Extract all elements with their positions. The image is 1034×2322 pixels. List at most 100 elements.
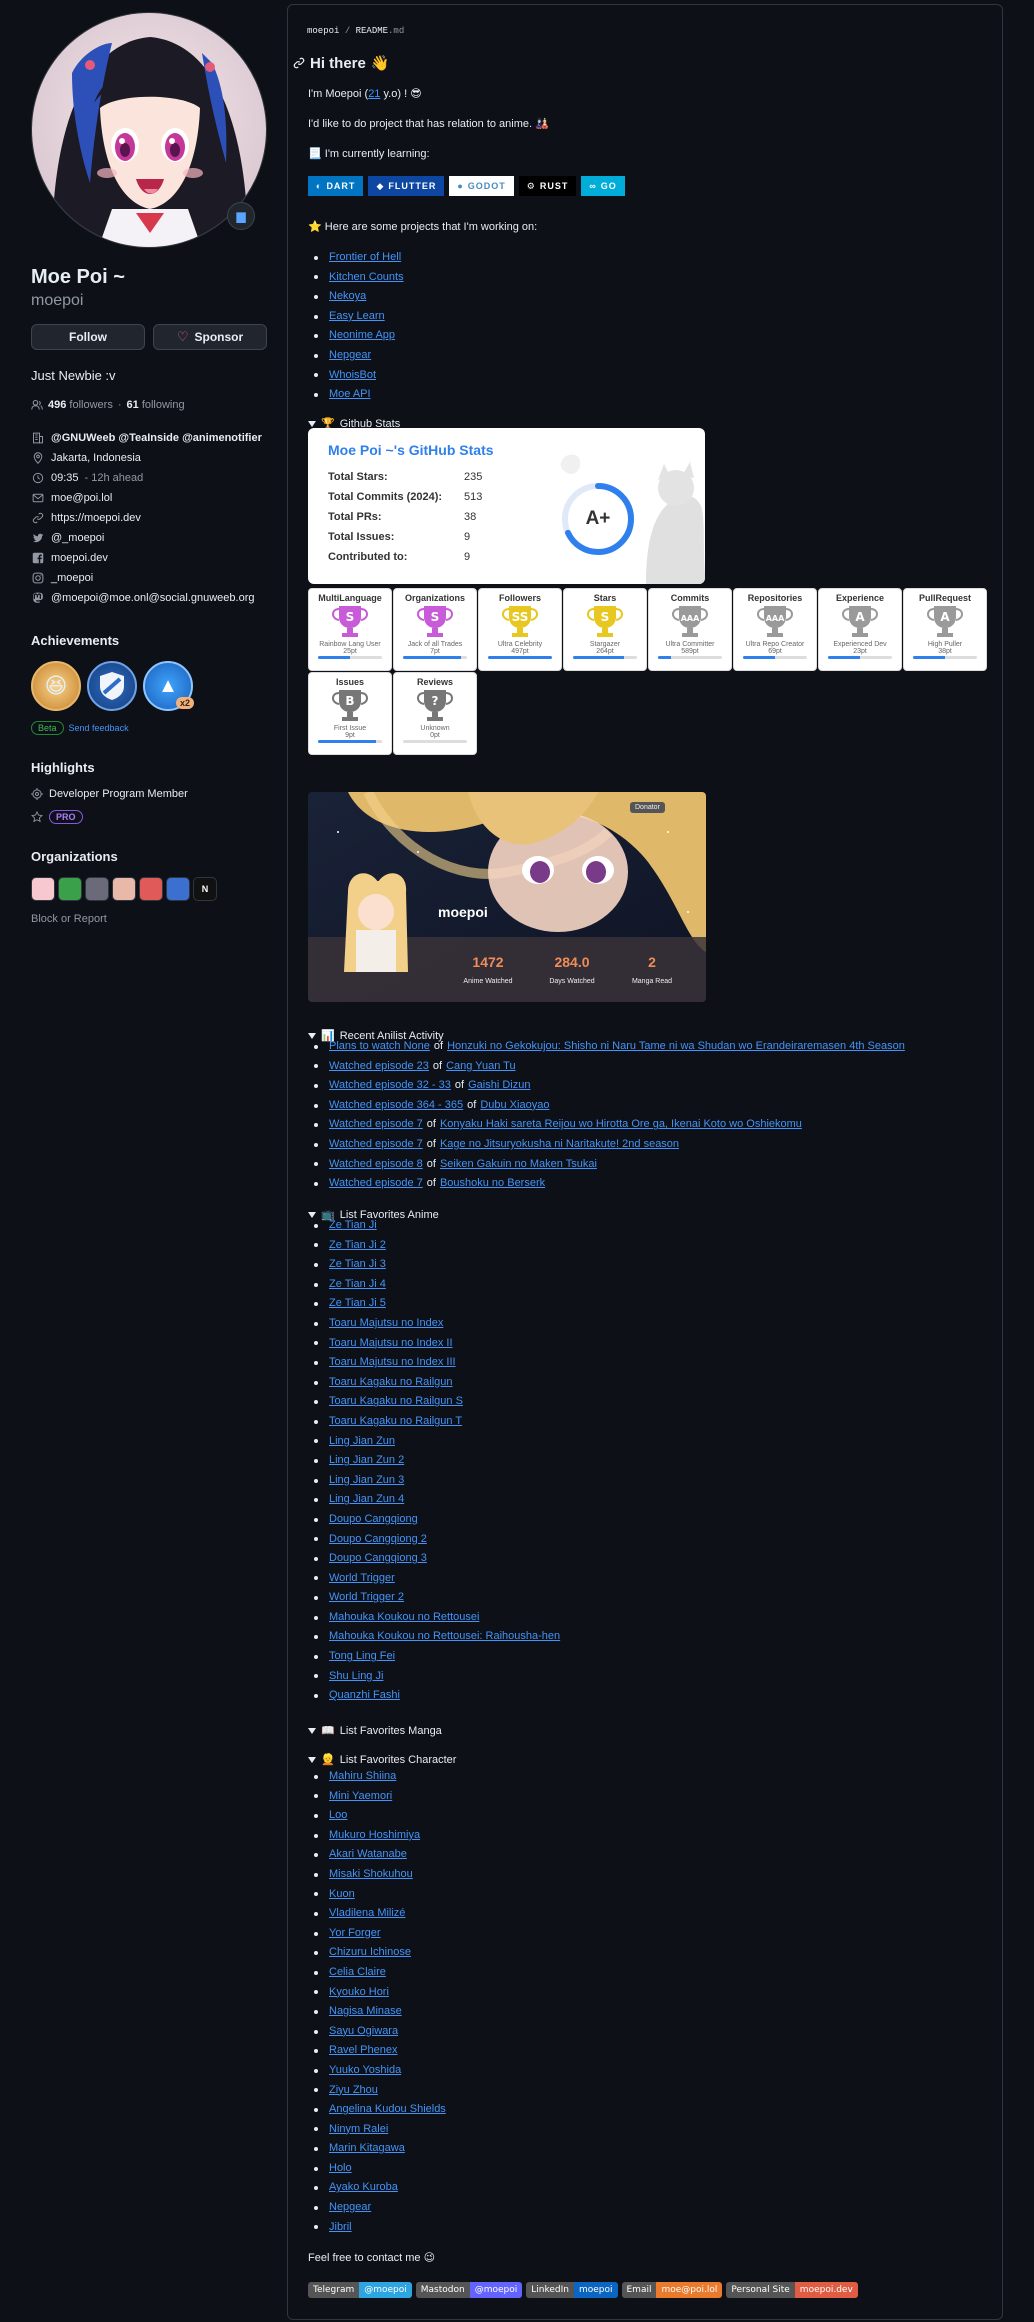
follow-button[interactable]: Follow [31,324,145,350]
trophy-card[interactable]: Commits AAA Ultra Committer 589pt [648,588,732,671]
fav-anime-link[interactable]: Mahouka Koukou no Rettousei [329,1608,479,1628]
fav-character-link[interactable]: Marin Kitagawa [329,2139,405,2159]
activity-action-link[interactable]: Watched episode 8 [329,1155,423,1175]
fav-anime-link[interactable]: Toaru Majutsu no Index II [329,1334,453,1354]
fav-anime-link[interactable]: Toaru Kagaku no Railgun S [329,1392,463,1412]
tech-badge[interactable]: ◆ FLUTTER [368,176,445,196]
fav-anime-link[interactable]: Toaru Kagaku no Railgun [329,1373,453,1393]
org-avatar[interactable] [139,877,163,901]
trophy-card[interactable]: Organizations S Jack of all Trades 7pt [393,588,477,671]
fav-anime-link[interactable]: Ling Jian Zun [329,1432,395,1452]
sponsor-button[interactable]: ♡ Sponsor [153,324,267,350]
trophy-card[interactable]: Stars S Stargazer 264pt [563,588,647,671]
activity-action-link[interactable]: Watched episode 23 [329,1057,429,1077]
fav-character-link[interactable]: Kuon [329,1885,355,1905]
fav-anime-link[interactable]: Ling Jian Zun 3 [329,1471,404,1491]
fav-anime-link[interactable]: Doupo Cangqiong 2 [329,1530,427,1550]
fav-anime-link[interactable]: Shu Ling Ji [329,1667,383,1687]
activity-action-link[interactable]: Plans to watch None [329,1037,430,1057]
trophy-card[interactable]: PullRequest A High Puller 38pt [903,588,987,671]
activity-title-link[interactable]: Cang Yuan Tu [446,1057,516,1077]
org-avatar[interactable] [58,877,82,901]
fav-anime-link[interactable]: World Trigger 2 [329,1588,404,1608]
achievement-pull-shark-badge[interactable]: ▲ x2 [143,661,194,711]
fav-character-link[interactable]: Jibril [329,2218,352,2238]
anchor-link-icon[interactable] [293,57,305,69]
fav-character-link[interactable]: Ayako Kuroba [329,2178,398,2198]
fav-anime-link[interactable]: Doupo Cangqiong [329,1510,418,1530]
fav-character-link[interactable]: Akari Watanabe [329,1845,407,1865]
org-avatar[interactable] [85,877,109,901]
project-link[interactable]: Nekoya [329,287,366,307]
following-link[interactable]: 61 following [127,396,185,414]
fav-character-link[interactable]: Misaki Shokuhou [329,1865,413,1885]
fav-anime-link[interactable]: Ling Jian Zun 2 [329,1451,404,1471]
fav-character-link[interactable]: Yor Forger [329,1924,381,1944]
fav-anime-link[interactable]: Ze Tian Ji 2 [329,1236,386,1256]
trophy-card[interactable]: Issues B First Issue 9pt [308,672,392,755]
fav-character-link[interactable]: Chizuru Ichinose [329,1943,411,1963]
fav-character-link[interactable]: Mukuro Hoshimiya [329,1826,420,1846]
tech-badge[interactable]: ∞ GO [581,176,625,196]
vcard-org-text[interactable]: @GNUWeeb @TeaInside @animenotifier [51,428,262,448]
project-link[interactable]: Nepgear [329,346,371,366]
tech-badge[interactable]: ⚙ RUST [518,176,577,196]
vcard-instagram-link[interactable]: _moepoi [51,568,93,588]
activity-title-link[interactable]: Gaishi Dizun [468,1076,530,1096]
fav-character-link[interactable]: Ravel Phenex [329,2041,398,2061]
trophy-card[interactable]: Repositories AAA Ultra Repo Creator 69pt [733,588,817,671]
fav-manga-summary[interactable]: 📖 List Favorites Manga [308,1724,442,1737]
vcard-twitter-link[interactable]: @_moepoi [51,528,104,548]
activity-title-link[interactable]: Kage no Jitsuryokusha ni Naritakute! 2nd… [440,1135,679,1155]
project-link[interactable]: Kitchen Counts [329,268,404,288]
fav-anime-link[interactable]: Quanzhi Fashi [329,1686,400,1706]
org-avatar[interactable]: N [193,877,217,901]
fav-character-link[interactable]: Holo [329,2159,352,2179]
github-stats-card[interactable]: Moe Poi ~'s GitHub Stats Total Stars: 235… [308,428,705,584]
activity-action-link[interactable]: Watched episode 7 [329,1135,423,1155]
org-avatar[interactable] [112,877,136,901]
fav-character-link[interactable]: Mini Yaemori [329,1787,392,1807]
trophy-card[interactable]: Experience A Experienced Dev 23pt [818,588,902,671]
activity-action-link[interactable]: Watched episode 364 - 365 [329,1096,463,1116]
followers-link[interactable]: 496 followers [48,396,113,414]
activity-title-link[interactable]: Seiken Gakuin no Maken Tsukai [440,1155,597,1175]
contact-badge[interactable]: Email moe@poi.lol [621,2282,723,2298]
fav-character-link[interactable]: Angelina Kudou Shields [329,2100,446,2120]
fav-anime-link[interactable]: Ze Tian Ji 5 [329,1294,386,1314]
trophy-card[interactable]: MultiLanguage S Rainbow Lang User 25pt [308,588,392,671]
fav-character-link[interactable]: Ninym Ralei [329,2120,388,2140]
fav-anime-link[interactable]: Mahouka Koukou no Rettousei: Raihousha-h… [329,1627,560,1647]
intro-age-link[interactable]: 21 [368,88,380,100]
vcard-email-link[interactable]: moe@poi.lol [51,488,112,508]
project-link[interactable]: Frontier of Hell [329,248,401,268]
activity-title-link[interactable]: Konyaku Haki sareta Reijou wo Hirotta Or… [440,1115,802,1135]
fav-character-link[interactable]: Nepgear [329,2198,371,2218]
fav-character-summary[interactable]: 👱 List Favorites Character [308,1753,456,1766]
project-link[interactable]: Easy Learn [329,307,385,327]
highlight-developer-program-text[interactable]: Developer Program Member [49,786,188,802]
contact-badge[interactable]: Mastodon @moepoi [415,2282,523,2298]
achievement-quickdraw-badge[interactable]: 😆 [31,661,81,711]
fav-anime-link[interactable]: Doupo Cangqiong 3 [329,1549,427,1569]
vcard-facebook-link[interactable]: moepoi.dev [51,548,108,568]
fav-anime-link[interactable]: Toaru Majutsu no Index III [329,1353,456,1373]
status-emoji-badge[interactable]: ▆ [227,202,255,230]
fav-character-link[interactable]: Yuuko Yoshida [329,2061,401,2081]
fav-anime-link[interactable]: World Trigger [329,1569,395,1589]
fav-anime-link[interactable]: Toaru Majutsu no Index [329,1314,443,1334]
tech-badge[interactable]: ● GODOT [449,176,514,196]
fav-character-link[interactable]: Nagisa Minase [329,2002,402,2022]
fav-character-link[interactable]: Loo [329,1806,347,1826]
fav-anime-link[interactable]: Ze Tian Ji 3 [329,1255,386,1275]
fav-character-link[interactable]: Sayu Ogiwara [329,2022,398,2042]
activity-action-link[interactable]: Watched episode 7 [329,1174,423,1194]
achievements-heading[interactable]: Achievements [31,630,267,651]
fav-anime-link[interactable]: Toaru Kagaku no Railgun T [329,1412,462,1432]
trophy-card[interactable]: Followers SS Ultra Celebrity 497pt [478,588,562,671]
org-avatar[interactable] [166,877,190,901]
fav-anime-link[interactable]: Ling Jian Zun 4 [329,1490,404,1510]
trophy-card[interactable]: Reviews? Unknown 0pt [393,672,477,755]
fav-anime-link[interactable]: Ze Tian Ji [329,1216,377,1236]
fav-character-link[interactable]: Ziyu Zhou [329,2081,378,2101]
